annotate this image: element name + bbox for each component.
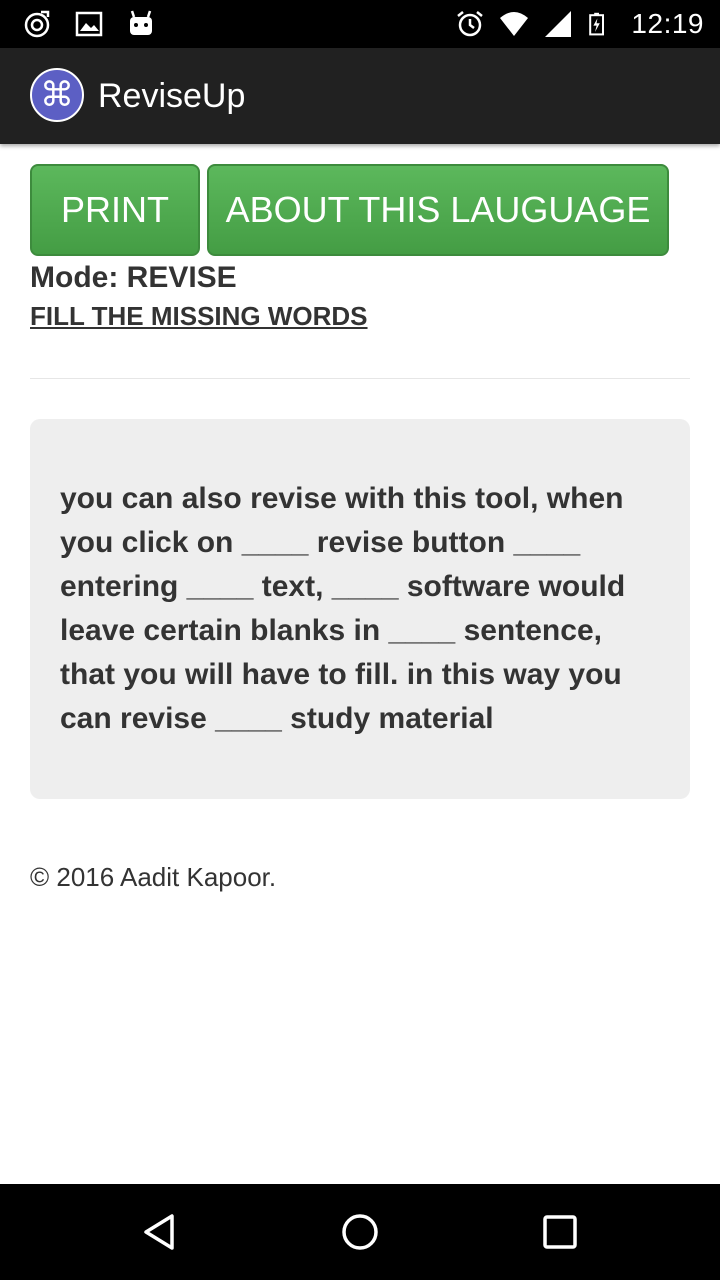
revision-text-panel: you can also revise with this tool, when… [30, 419, 690, 799]
app-title: ReviseUp [98, 77, 246, 115]
battery-charging-icon [589, 12, 605, 36]
music-sync-icon [24, 10, 50, 38]
wifi-icon [500, 12, 529, 36]
command-logo-icon: ⌘ [30, 68, 84, 122]
button-row: PRINT ABOUT THIS LAUGUAGE [30, 164, 690, 256]
copyright-footer: © 2016 Aadit Kapoor. [30, 862, 277, 892]
navigation-bar [0, 1184, 720, 1280]
about-language-button[interactable]: ABOUT THIS LAUGUAGE [207, 164, 669, 256]
print-button[interactable]: PRINT [30, 164, 200, 256]
instruction-heading: FILL THE MISSING WORDS [30, 301, 368, 331]
home-circle-icon [342, 1214, 378, 1250]
status-time: 12:19 [631, 8, 704, 39]
android-icon [130, 10, 152, 35]
image-icon [75, 11, 103, 37]
recent-apps-square-icon [543, 1215, 577, 1249]
status-bar: 12:19 [0, 0, 720, 48]
recent-apps-button[interactable] [536, 1208, 584, 1256]
signal-icon [545, 11, 572, 37]
app-bar: ⌘ ReviseUp [0, 48, 720, 144]
alarm-icon [457, 11, 484, 37]
mode-label: Mode: REVISE [30, 261, 237, 294]
back-button[interactable] [136, 1208, 184, 1256]
divider [30, 378, 690, 379]
main-content: PRINT ABOUT THIS LAUGUAGE Mode: REVISE F… [30, 164, 690, 895]
back-triangle-icon [144, 1214, 174, 1250]
home-button[interactable] [336, 1208, 384, 1256]
